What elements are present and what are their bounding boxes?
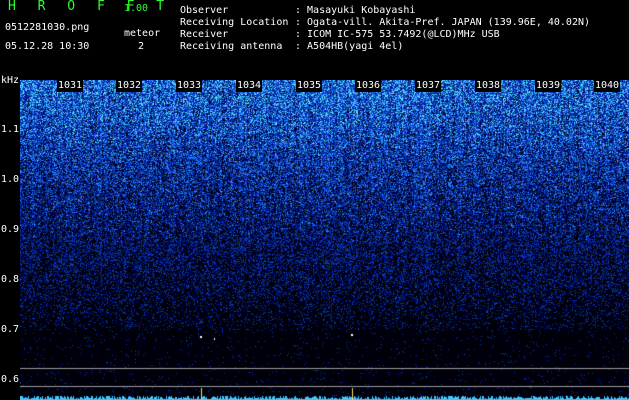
time-tick-1039: 1039 <box>535 80 562 92</box>
receiver-label: Receiver <box>180 29 229 40</box>
observer-label: Observer <box>180 5 229 16</box>
observer-value: : Masayuki Kobayashi <box>295 5 416 16</box>
meteor-label: meteor <box>124 28 161 39</box>
y-tick-0-6: 0.6 <box>1 374 20 385</box>
antenna-value: : A504HB(yagi 4el) <box>295 41 404 52</box>
location-label: Receiving Location <box>180 17 289 28</box>
y-tick-0-8: 0.8 <box>1 274 20 285</box>
file-datetime: 05.12.28 10:30 <box>5 41 90 52</box>
meteor-count: 2 <box>138 41 145 52</box>
spectrogram <box>20 80 629 400</box>
time-tick-1035: 1035 <box>296 80 323 92</box>
app-version: 1.00 <box>124 3 149 14</box>
location-value: : Ogata-vill. Akita-Pref. JAPAN (139.96E… <box>295 17 591 28</box>
time-tick-1037: 1037 <box>415 80 442 92</box>
time-tick-1034: 1034 <box>236 80 263 92</box>
time-tick-1032: 1032 <box>116 80 143 92</box>
y-tick-1-0: 1.0 <box>1 174 20 185</box>
y-tick-0-9: 0.9 <box>1 224 20 235</box>
time-tick-1040: 1040 <box>594 80 621 92</box>
y-unit-label: kHz <box>1 75 20 86</box>
y-tick-1-1: 1.1 <box>1 124 20 135</box>
time-tick-1031: 1031 <box>57 80 84 92</box>
time-tick-1038: 1038 <box>475 80 502 92</box>
y-tick-0-7: 0.7 <box>1 324 20 335</box>
receiver-value: : ICOM IC-575 53.7492(@LCD)MHz USB <box>295 29 500 40</box>
file-name: 0512281030.png <box>5 22 90 33</box>
time-tick-1036: 1036 <box>355 80 382 92</box>
time-tick-1033: 1033 <box>176 80 203 92</box>
antenna-label: Receiving antenna <box>180 41 283 52</box>
